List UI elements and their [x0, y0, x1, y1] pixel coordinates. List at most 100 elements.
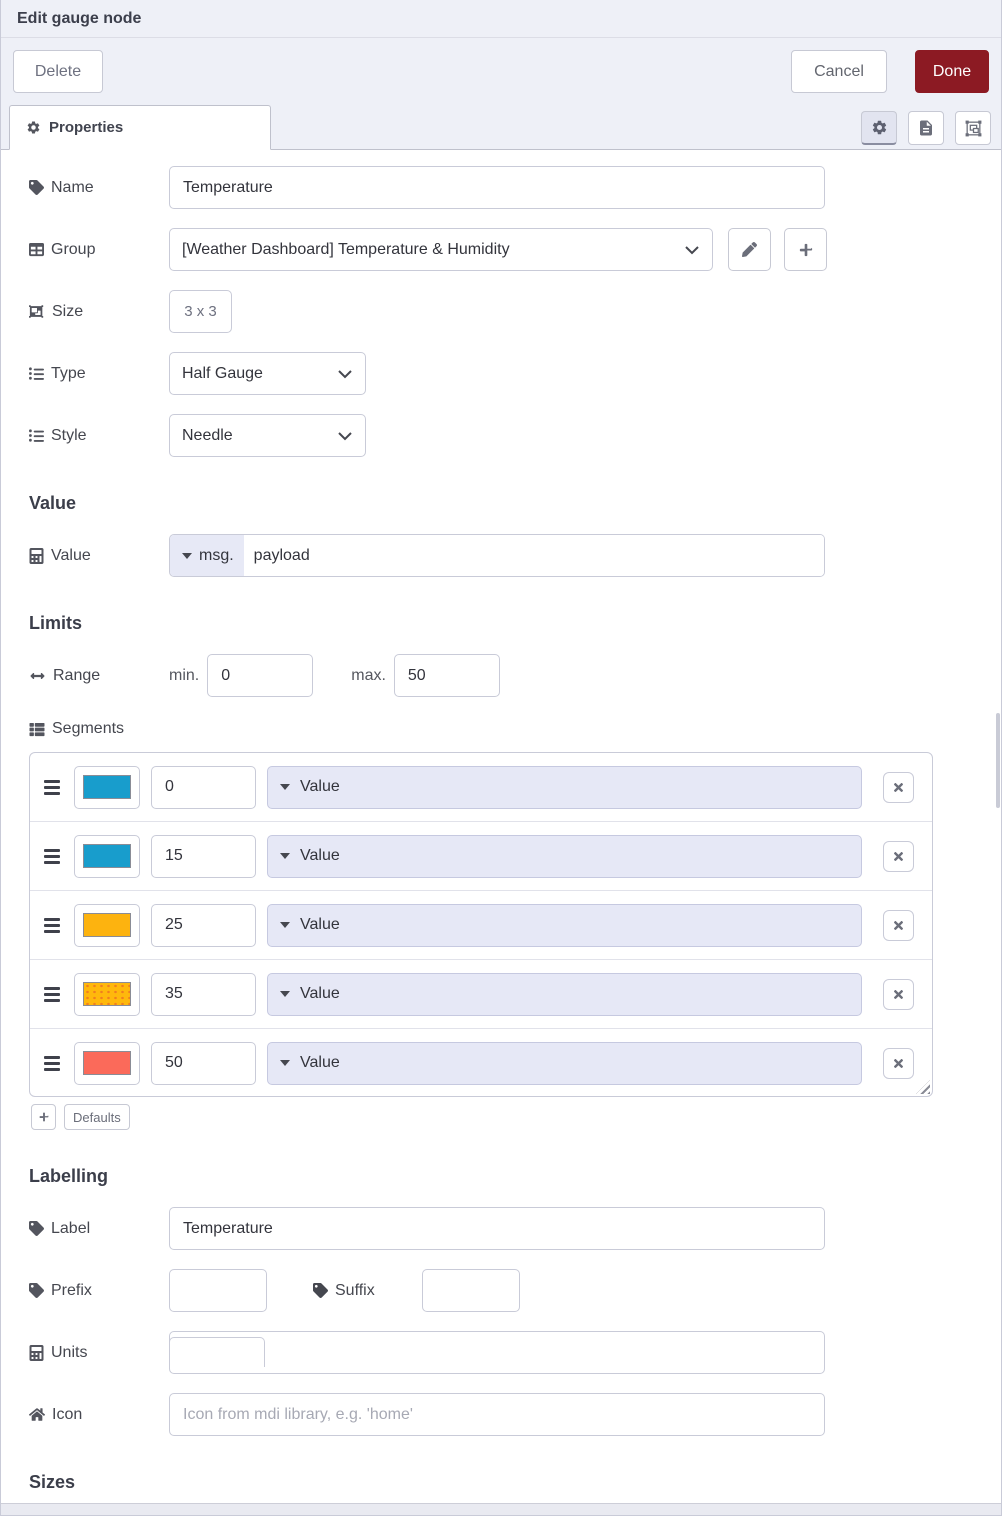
style-row: Style Needle — [29, 414, 1001, 457]
tab-icon-buttons — [861, 111, 991, 145]
description-button[interactable] — [908, 111, 944, 145]
table-icon — [29, 242, 44, 257]
remove-segment-button[interactable] — [883, 1047, 914, 1079]
edit-gauge-node-dialog: Edit gauge node Delete Cancel Done Prope… — [0, 0, 1002, 1516]
tag-icon — [29, 1221, 44, 1236]
calculator-icon — [29, 548, 44, 564]
scrollbar-thumb[interactable] — [996, 713, 1000, 808]
calculator-icon — [29, 1345, 44, 1361]
range-max-input[interactable] — [393, 654, 500, 697]
remove-segment-button[interactable] — [883, 771, 914, 803]
icon-label: Icon — [29, 1406, 169, 1424]
range-row: Range min. max. — [29, 654, 1001, 697]
chevron-down-icon — [337, 428, 353, 444]
gear-icon — [871, 119, 888, 136]
name-input[interactable] — [169, 166, 825, 209]
value-input[interactable] — [243, 535, 824, 576]
range-min-input[interactable] — [207, 654, 314, 697]
sizes-partial-input[interactable] — [169, 1337, 265, 1367]
tag-icon — [29, 180, 44, 195]
segment-color-swatch — [83, 775, 131, 799]
add-group-button[interactable] — [784, 228, 827, 271]
appearance-button[interactable] — [955, 111, 991, 145]
segment-type-select[interactable]: Value — [267, 834, 862, 878]
tab-properties-label: Properties — [49, 119, 124, 136]
drag-handle-icon[interactable] — [44, 984, 60, 1005]
remove-segment-button[interactable] — [883, 840, 914, 872]
value-row: Value msg. — [29, 534, 1001, 577]
prefix-label: Prefix — [29, 1282, 169, 1300]
prefix-input[interactable] — [169, 1269, 267, 1312]
tab-bar: Properties — [1, 105, 1001, 150]
defaults-button[interactable]: Defaults — [64, 1104, 130, 1130]
dialog-action-bar: Delete Cancel Done — [1, 38, 1001, 105]
cancel-button[interactable]: Cancel — [791, 50, 887, 93]
close-icon — [893, 919, 904, 932]
add-segment-button[interactable] — [31, 1104, 56, 1130]
segment-color-button[interactable] — [74, 972, 140, 1016]
properties-gear-button[interactable] — [861, 111, 897, 145]
segment-color-button[interactable] — [74, 903, 140, 947]
type-select-value: Half Gauge — [182, 364, 263, 382]
type-select[interactable]: Half Gauge — [169, 352, 366, 395]
segment-value-input[interactable] — [151, 903, 256, 947]
drag-handle-icon[interactable] — [44, 777, 60, 798]
size-button[interactable]: 3 x 3 — [169, 290, 232, 333]
segment-color-swatch — [83, 913, 131, 937]
segment-type-select[interactable]: Value — [267, 972, 862, 1016]
size-label: Size — [29, 303, 169, 321]
drag-handle-icon[interactable] — [44, 846, 60, 867]
segments-label: Segments — [29, 716, 1001, 742]
done-button[interactable]: Done — [915, 50, 989, 93]
units-input[interactable] — [169, 1331, 825, 1374]
caret-down-icon — [280, 853, 290, 859]
value-label: Value — [29, 547, 169, 565]
range-min-label: min. — [169, 666, 200, 684]
caret-down-icon — [280, 991, 290, 997]
label-label: Label — [29, 1220, 169, 1238]
name-label: Name — [29, 179, 169, 197]
close-icon — [893, 781, 904, 794]
value-type-selector[interactable]: msg. — [170, 535, 244, 576]
appearance-frame-icon — [964, 119, 983, 138]
segment-type-select[interactable]: Value — [267, 1041, 862, 1085]
remove-segment-button[interactable] — [883, 978, 914, 1010]
arrows-horizontal-icon — [29, 669, 46, 683]
segment-value-input[interactable] — [151, 1041, 256, 1085]
segment-type-label: Value — [300, 847, 340, 864]
segments-actions: Defaults — [31, 1104, 1001, 1130]
drag-handle-icon[interactable] — [44, 915, 60, 936]
segment-value-input[interactable] — [151, 972, 256, 1016]
segment-color-button[interactable] — [74, 834, 140, 878]
segment-color-button[interactable] — [74, 765, 140, 809]
segment-type-select[interactable]: Value — [267, 765, 862, 809]
label-row: Label — [29, 1207, 1001, 1250]
close-icon — [893, 988, 904, 1001]
tab-properties[interactable]: Properties — [9, 105, 271, 150]
edit-group-button[interactable] — [728, 228, 771, 271]
segment-type-select[interactable]: Value — [267, 903, 862, 947]
prefix-suffix-row: Prefix Suffix — [29, 1269, 1001, 1312]
dialog-header: Edit gauge node — [1, 0, 1001, 38]
suffix-input[interactable] — [421, 1269, 520, 1312]
segment-value-input[interactable] — [151, 834, 256, 878]
caret-down-icon — [182, 552, 192, 559]
list-icon — [29, 428, 44, 443]
type-label: Type — [29, 365, 169, 383]
group-select[interactable]: [Weather Dashboard] Temperature & Humidi… — [169, 228, 713, 271]
list-icon — [29, 366, 44, 381]
segment-color-button[interactable] — [74, 1041, 140, 1085]
remove-segment-button[interactable] — [883, 909, 914, 941]
icon-input[interactable] — [169, 1393, 825, 1436]
close-icon — [893, 850, 904, 863]
document-icon — [917, 119, 935, 137]
segment-value-input[interactable] — [151, 765, 256, 809]
segment-type-label: Value — [300, 916, 340, 933]
delete-button[interactable]: Delete — [13, 50, 103, 93]
type-row: Type Half Gauge — [29, 352, 1001, 395]
drag-handle-icon[interactable] — [44, 1053, 60, 1074]
label-input[interactable] — [169, 1207, 825, 1250]
caret-down-icon — [280, 922, 290, 928]
style-select[interactable]: Needle — [169, 414, 366, 457]
close-icon — [893, 1057, 904, 1070]
